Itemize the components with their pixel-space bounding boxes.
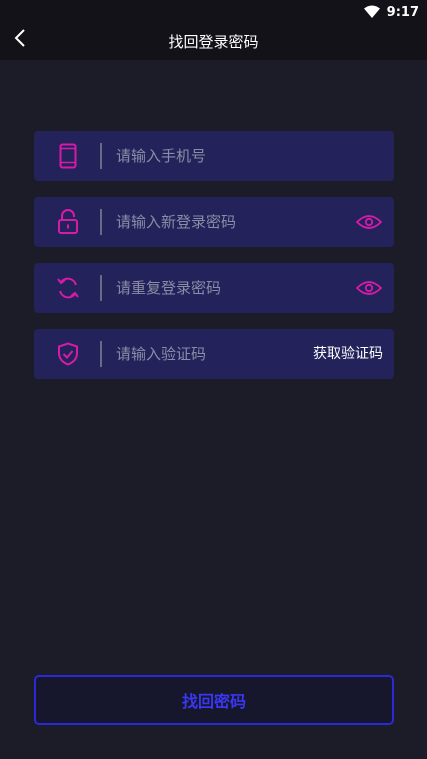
repeat-password-field	[34, 263, 394, 313]
status-icons: 9:17	[363, 3, 419, 22]
page-title: 找回登录密码	[168, 33, 259, 51]
field-divider	[100, 341, 102, 367]
phone-input[interactable]	[116, 140, 336, 172]
status-time: 9:17	[386, 5, 419, 20]
new-password-input[interactable]	[116, 206, 336, 238]
field-divider	[100, 275, 102, 301]
lock-icon	[55, 209, 81, 235]
new-password-field	[34, 197, 394, 247]
refresh-icon	[55, 275, 81, 301]
field-divider	[100, 209, 102, 235]
submit-button[interactable]: 找回密码	[34, 675, 394, 725]
get-code-button[interactable]: 获取验证码	[313, 343, 383, 363]
eye-icon[interactable]	[354, 209, 384, 235]
phone-field	[34, 131, 394, 181]
wifi-icon	[363, 3, 380, 22]
status-bar: 9:17	[0, 0, 427, 22]
shield-check-icon	[55, 341, 81, 367]
phone-icon	[55, 143, 81, 169]
code-input[interactable]	[116, 338, 296, 370]
field-divider	[100, 143, 102, 169]
code-field: 获取验证码	[34, 329, 394, 379]
app-bar: 找回登录密码	[0, 22, 427, 60]
eye-icon[interactable]	[354, 275, 384, 301]
repeat-password-input[interactable]	[116, 272, 336, 304]
